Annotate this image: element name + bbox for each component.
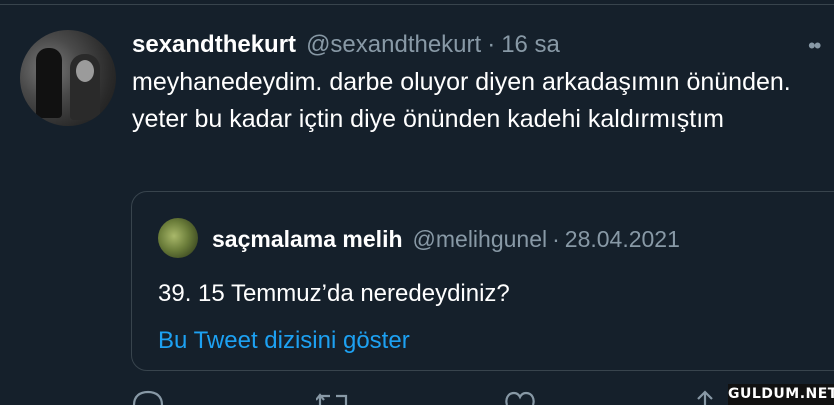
quoted-tweet-header: saçmalama melih @melihgunel · 28.04.2021 [212,222,680,256]
reply-icon[interactable] [131,388,165,405]
author-avatar[interactable] [20,30,116,126]
tweet-timestamp[interactable]: 16 sa [501,31,560,59]
like-icon[interactable] [503,388,537,405]
retweet-icon[interactable] [316,388,350,405]
quoted-tweet[interactable]: saçmalama melih @melihgunel · 28.04.2021… [131,191,834,371]
tweet-header: sexandthekurt @sexandthekurt · 16 sa [132,28,560,62]
quoted-header-separator: · [552,225,560,252]
avatar-face [76,60,94,82]
quoted-author-avatar[interactable] [158,218,198,258]
tweet-actions [0,388,834,405]
quoted-tweet-date: 28.04.2021 [564,225,680,252]
top-divider [0,4,834,5]
quoted-tweet-text: 39. 15 Temmuz’da neredeydiniz? [158,280,510,307]
author-handle[interactable]: @sexandthekurt [306,31,481,59]
more-dots-icon[interactable]: •• [808,36,834,56]
show-thread-link[interactable]: Bu Tweet dizisini göster [158,327,410,355]
share-icon[interactable] [688,388,722,405]
tweet-text: meyhanedeydim. darbe oluyor diyen arkada… [132,68,791,133]
author-username[interactable]: sexandthekurt [132,31,296,59]
quoted-author-handle: @melihgunel [412,225,548,252]
site-watermark: GULDUM.NET [728,384,834,405]
quoted-author-name: saçmalama melih [212,225,403,252]
avatar-figure-left [36,48,62,118]
header-separator: · [487,31,496,58]
